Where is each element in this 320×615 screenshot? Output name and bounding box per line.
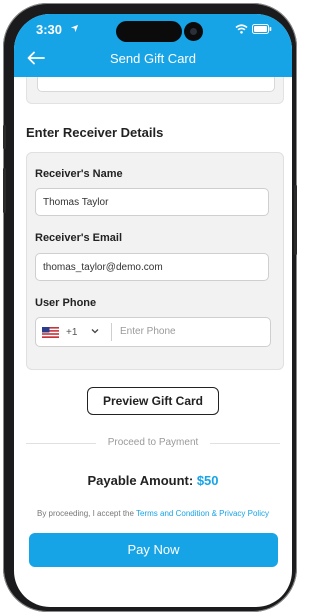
dynamic-island bbox=[116, 21, 182, 42]
user-phone-label: User Phone bbox=[35, 297, 97, 309]
chevron-down-icon[interactable] bbox=[91, 328, 99, 334]
phone-frame: 3:30 Send Gift Card Enter Receiver Detai… bbox=[3, 3, 297, 612]
location-arrow-icon bbox=[70, 24, 79, 33]
gift-card-summary bbox=[26, 77, 284, 104]
gift-card-summary-field bbox=[37, 77, 275, 92]
section-title: Enter Receiver Details bbox=[26, 125, 164, 140]
receiver-email-label: Receiver's Email bbox=[35, 232, 123, 244]
wifi-icon bbox=[235, 24, 248, 34]
country-dial-code[interactable]: +1 bbox=[66, 327, 77, 338]
divider bbox=[111, 323, 112, 341]
receiver-name-field[interactable]: Thomas Taylor bbox=[35, 188, 269, 216]
us-flag-icon[interactable] bbox=[42, 327, 59, 338]
battery-icon bbox=[252, 24, 272, 34]
camera-icon bbox=[184, 22, 203, 41]
phone-number-input[interactable]: Enter Phone bbox=[120, 326, 176, 337]
side-button bbox=[3, 125, 6, 149]
status-time: 3:30 bbox=[36, 22, 63, 37]
app-header: 3:30 Send Gift Card bbox=[14, 14, 292, 77]
page-title: Send Gift Card bbox=[110, 51, 196, 66]
payable-amount: Payable Amount: $50 bbox=[14, 473, 292, 488]
payable-amount-value: $50 bbox=[196, 473, 219, 488]
user-phone-field: +1 Enter Phone bbox=[35, 317, 271, 347]
payable-amount-label: Payable Amount: bbox=[87, 473, 194, 488]
preview-gift-card-button[interactable]: Preview Gift Card bbox=[87, 387, 219, 415]
receiver-email-field[interactable]: thomas_taylor@demo.com bbox=[35, 253, 269, 281]
proceed-to-payment-label: Proceed to Payment bbox=[107, 437, 199, 448]
terms-link[interactable]: Terms and Condition & Privacy Policy bbox=[136, 509, 269, 518]
side-button bbox=[3, 168, 6, 213]
terms-prefix: By proceeding, I accept the bbox=[37, 509, 137, 518]
terms-text: By proceeding, I accept the Terms and Co… bbox=[14, 509, 292, 518]
status-icons bbox=[235, 24, 272, 34]
pay-now-button[interactable]: Pay Now bbox=[29, 533, 278, 567]
screen: 3:30 Send Gift Card Enter Receiver Detai… bbox=[14, 14, 292, 607]
receiver-name-label: Receiver's Name bbox=[35, 168, 123, 180]
side-button bbox=[294, 185, 297, 255]
